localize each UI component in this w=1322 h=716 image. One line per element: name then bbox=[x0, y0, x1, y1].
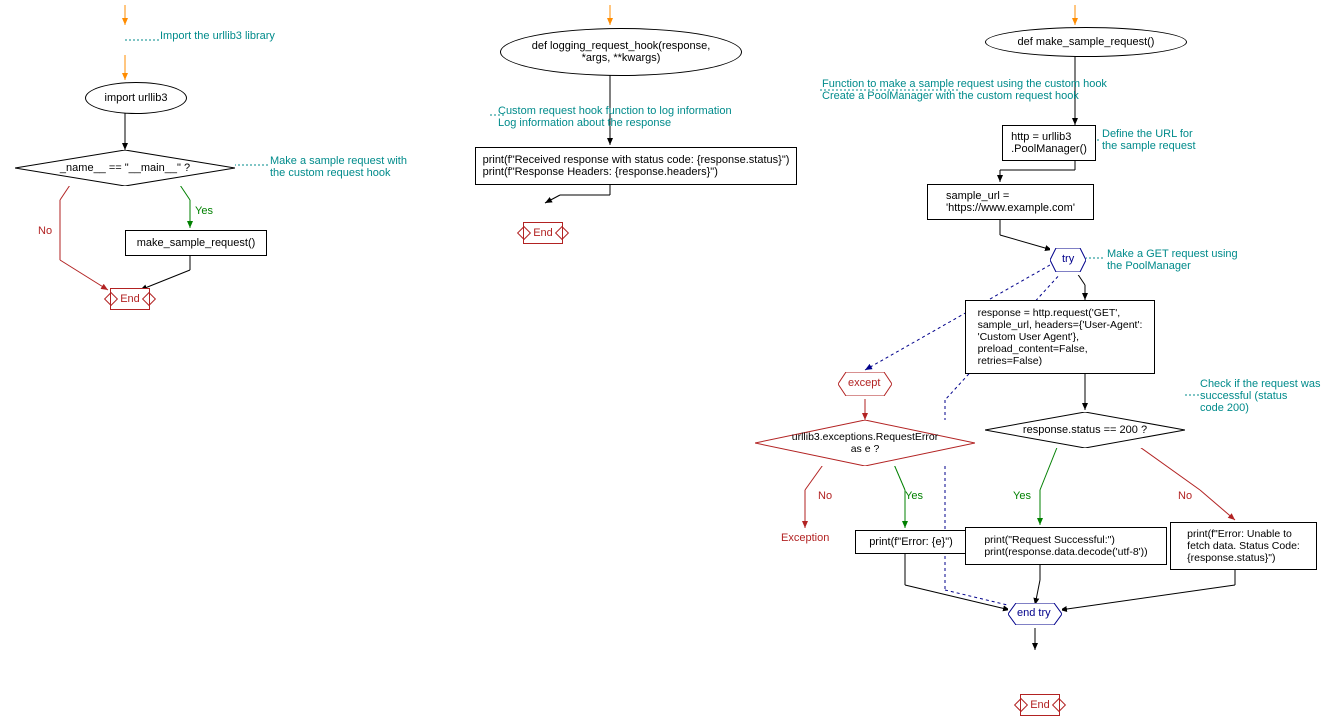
node-poolmanager: http = urllib3 .PoolManager() bbox=[1002, 125, 1096, 161]
label: def make_sample_request() bbox=[1018, 36, 1155, 48]
node-def-make-sample-request: def make_sample_request() bbox=[985, 27, 1187, 57]
node-end-try: end try bbox=[1008, 603, 1062, 628]
node-def-logging-hook: def logging_request_hook(response, *args… bbox=[500, 28, 742, 76]
label: _name__ == "__main__" ? bbox=[60, 162, 190, 174]
label: urllib3.exceptions.RequestError as e ? bbox=[792, 431, 939, 455]
node-end-2: End bbox=[523, 222, 563, 244]
comment-hook-desc: Custom request hook function to log info… bbox=[498, 105, 732, 129]
edge-no-except: No bbox=[818, 490, 832, 502]
node-except-check: urllib3.exceptions.RequestError as e ? bbox=[755, 420, 975, 466]
label: Exception bbox=[781, 532, 829, 544]
node-print-success: print("Request Successful:") print(respo… bbox=[965, 527, 1167, 565]
label: End bbox=[1030, 699, 1050, 711]
label: make_sample_request() bbox=[137, 237, 256, 249]
label: end try bbox=[1017, 607, 1051, 619]
node-import-stmt: import urllib3 bbox=[85, 82, 187, 114]
label: print(f"Error: {e}") bbox=[869, 536, 953, 548]
node-call-make-sample-request: make_sample_request() bbox=[125, 230, 267, 256]
node-hook-body: print(f"Received response with status co… bbox=[475, 147, 797, 185]
edge-no: No bbox=[38, 225, 52, 237]
label: print(f"Error: Unable to fetch data. Sta… bbox=[1187, 528, 1300, 564]
node-name-main-check: _name__ == "__main__" ? bbox=[15, 150, 235, 186]
label: response = http.request('GET', sample_ur… bbox=[978, 307, 1143, 367]
label: http = urllib3 .PoolManager() bbox=[1011, 131, 1087, 155]
node-except: except bbox=[838, 372, 892, 399]
edge-yes: Yes bbox=[195, 205, 213, 217]
edge-no-status: No bbox=[1178, 490, 1192, 502]
comment-main-hook: Make a sample request with the custom re… bbox=[270, 155, 407, 179]
node-exception: Exception bbox=[775, 530, 835, 546]
comment-make-get: Make a GET request using the PoolManager bbox=[1107, 248, 1238, 272]
node-end-3: End bbox=[1020, 694, 1060, 716]
label: End bbox=[120, 293, 140, 305]
node-print-fail: print(f"Error: Unable to fetch data. Sta… bbox=[1170, 522, 1317, 570]
label: sample_url = 'https://www.example.com' bbox=[946, 190, 1075, 214]
node-sample-url: sample_url = 'https://www.example.com' bbox=[927, 184, 1094, 220]
label: try bbox=[1062, 253, 1074, 265]
node-end-1: End bbox=[110, 288, 150, 310]
node-response: response = http.request('GET', sample_ur… bbox=[965, 300, 1155, 374]
comment-check-status: Check if the request was successful (sta… bbox=[1200, 378, 1320, 414]
label: End bbox=[533, 227, 553, 239]
edge-yes-status: Yes bbox=[1013, 490, 1031, 502]
node-status-check: response.status == 200 ? bbox=[985, 412, 1185, 448]
label: response.status == 200 ? bbox=[1023, 424, 1147, 436]
node-try: try bbox=[1050, 248, 1086, 275]
comment-func-desc: Function to make a sample request using … bbox=[822, 78, 1107, 102]
label: def logging_request_hook(response, *args… bbox=[532, 40, 711, 64]
node-print-error-e: print(f"Error: {e}") bbox=[855, 530, 967, 554]
edge-yes-except: Yes bbox=[905, 490, 923, 502]
comment-import-urllib3: Import the urllib3 library bbox=[160, 30, 275, 42]
label: except bbox=[848, 377, 880, 389]
label: print(f"Received response with status co… bbox=[483, 154, 790, 178]
label: print("Request Successful:") print(respo… bbox=[984, 534, 1147, 558]
comment-define-url: Define the URL for the sample request bbox=[1102, 128, 1196, 152]
label: import urllib3 bbox=[105, 92, 168, 104]
